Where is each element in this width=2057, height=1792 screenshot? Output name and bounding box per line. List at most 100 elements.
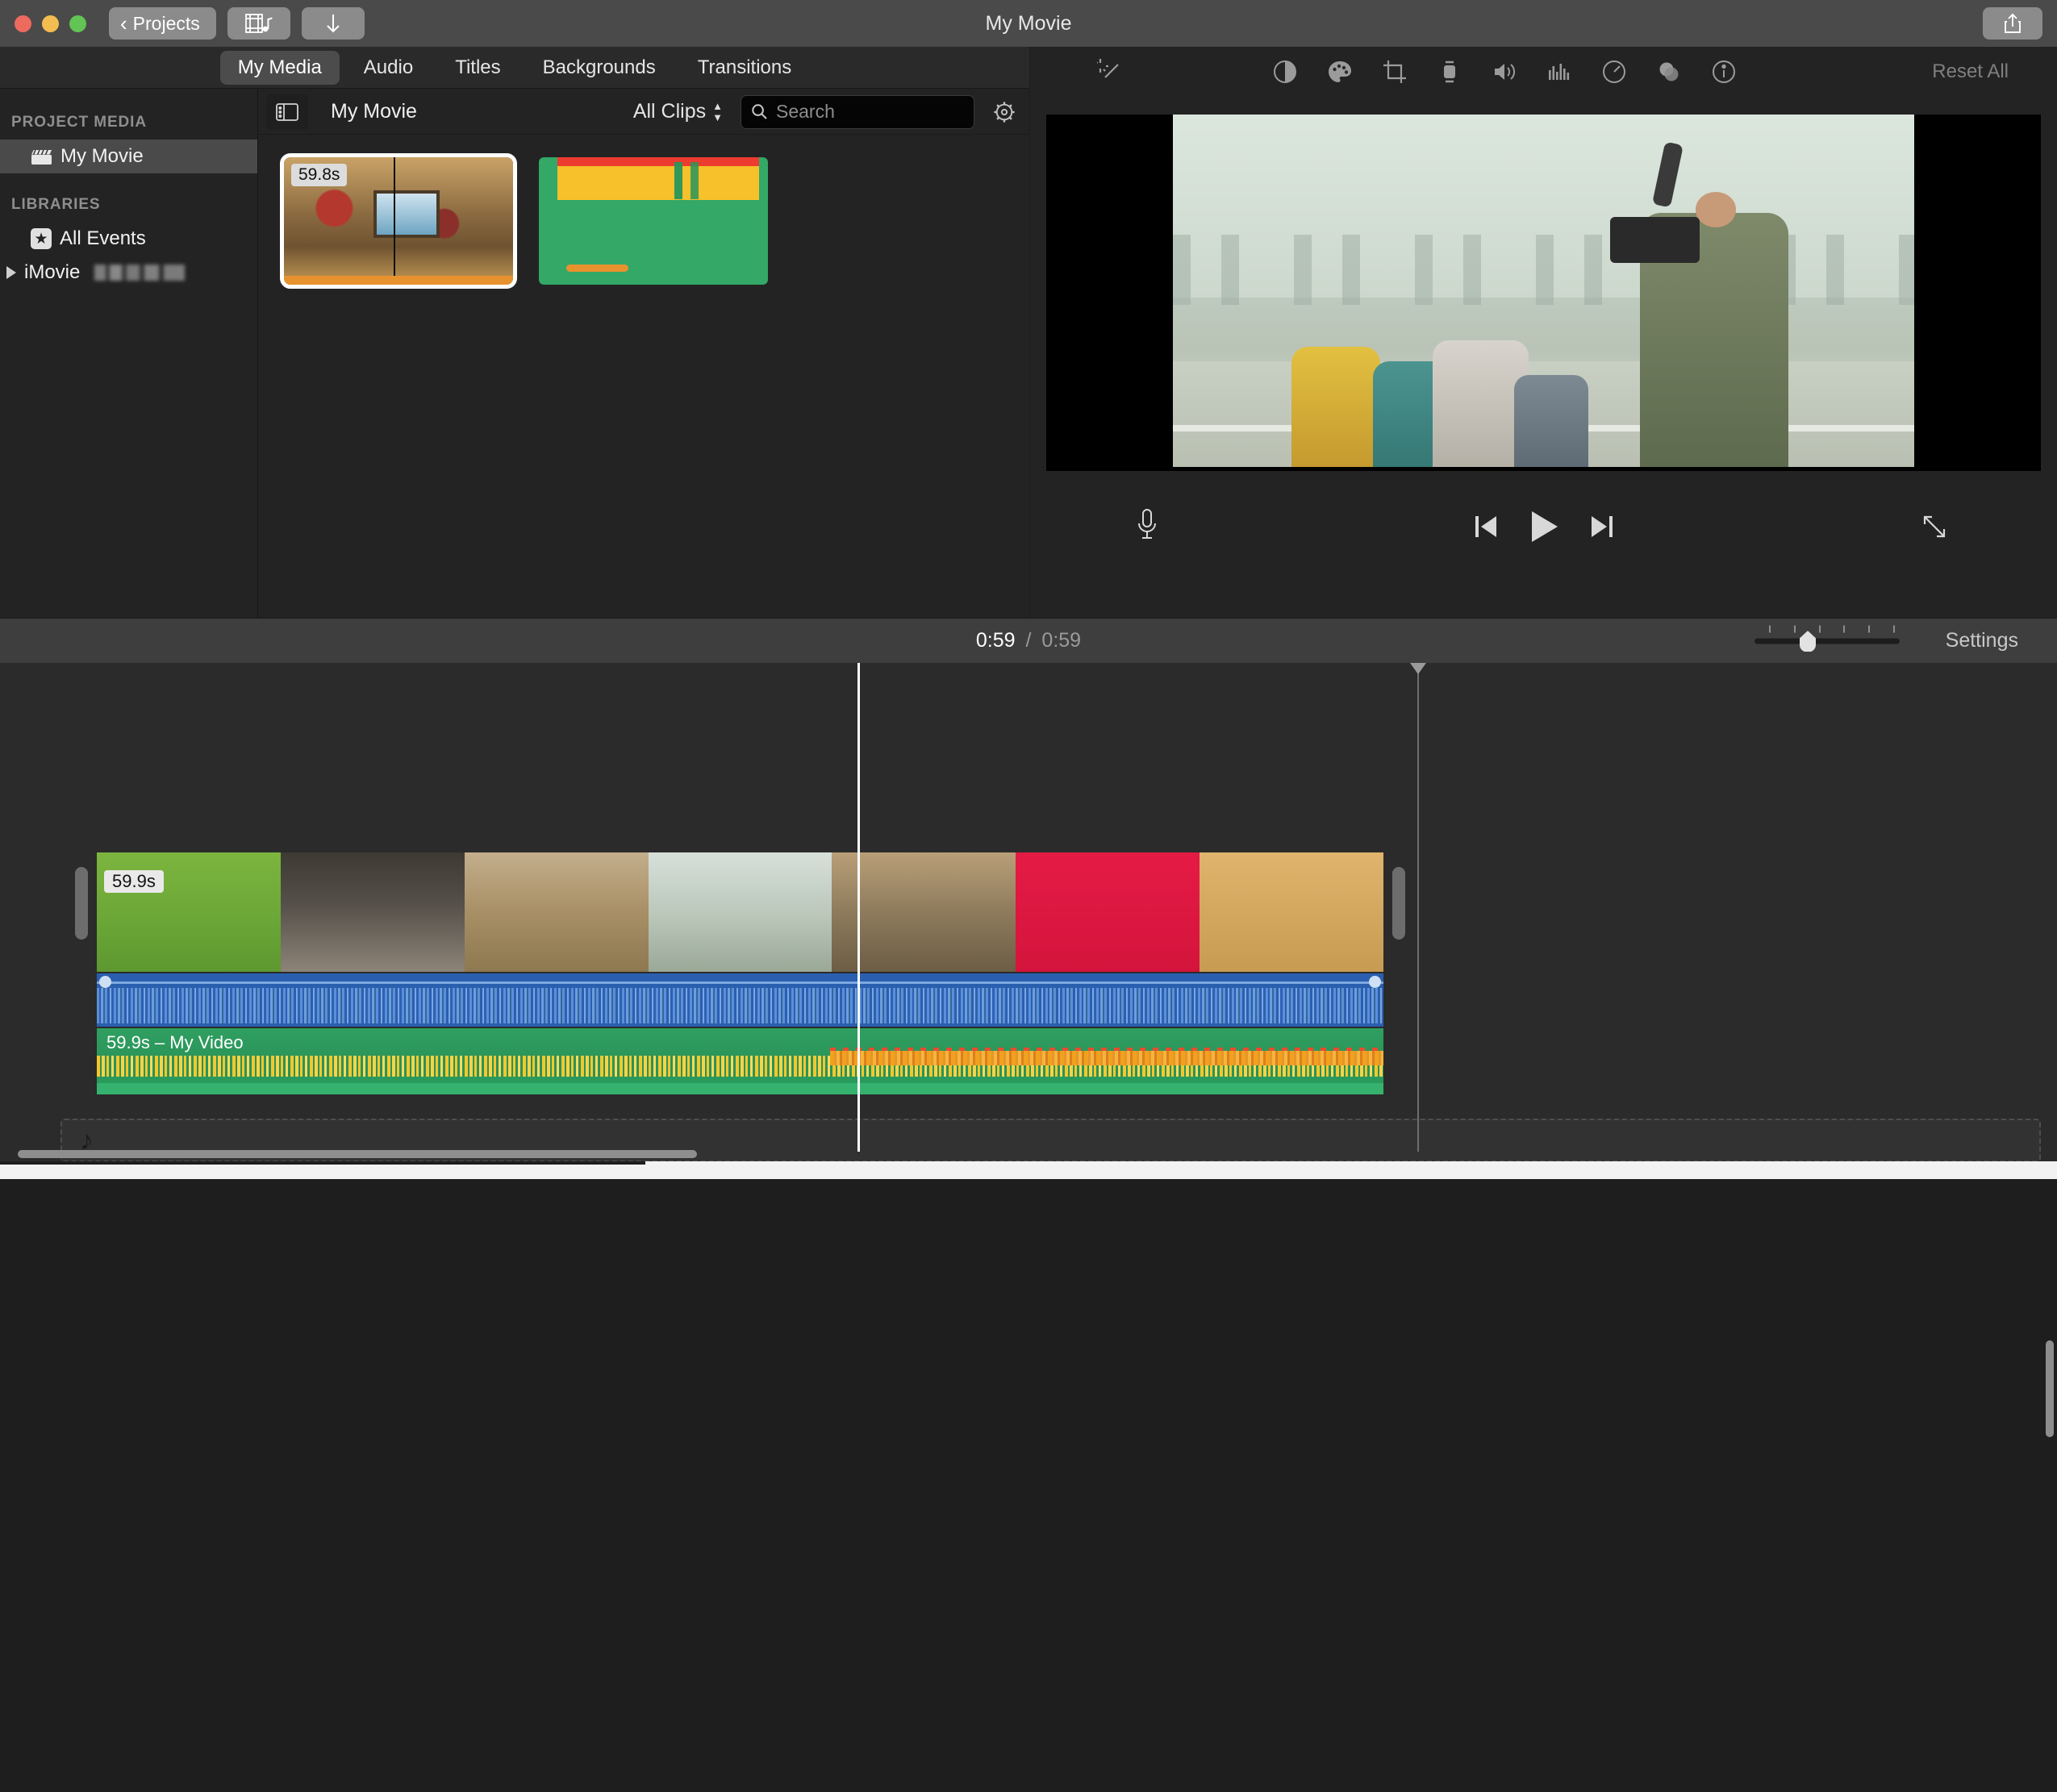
timeline[interactable]: 59.9s 59.9s – My Video ♪ <box>0 663 2057 1179</box>
disclosure-triangle-icon[interactable] <box>6 266 16 279</box>
color-balance-icon[interactable] <box>1272 59 1298 85</box>
sidebar-section-libraries: LIBRARIES <box>0 188 257 222</box>
redacted-library-path <box>94 265 185 281</box>
skip-to-end-button[interactable] <box>1590 514 1614 540</box>
clip-selection-bar <box>284 276 513 285</box>
vertical-scroll-thumb[interactable] <box>2046 1340 2054 1437</box>
audio-waveform-blue <box>97 988 1383 1023</box>
tab-transitions[interactable]: Transitions <box>680 51 809 85</box>
sidebar-toggle-icon <box>276 103 298 121</box>
clip-filter-dropdown[interactable]: All Clips ▲▼ <box>633 100 723 123</box>
gear-icon <box>992 100 1016 124</box>
clip-grid: 59.8s <box>258 135 1029 285</box>
upper-workspace: My Media Audio Titles Backgrounds Transi… <box>0 47 2057 618</box>
tab-audio[interactable]: Audio <box>346 51 431 85</box>
clip-trim-handle-left[interactable] <box>75 867 88 940</box>
filmstrip-frame <box>1016 852 1200 972</box>
filters-icon[interactable] <box>1656 59 1682 85</box>
search-field[interactable] <box>741 95 974 129</box>
clip-browser-toolbar: My Movie All Clips ▲▼ <box>258 90 1029 135</box>
info-icon[interactable] <box>1711 59 1737 85</box>
color-correction-icon[interactable] <box>1327 59 1353 85</box>
volume-icon[interactable] <box>1492 59 1517 85</box>
reset-all-button[interactable]: Reset All <box>1932 60 2009 83</box>
equalizer-icon[interactable] <box>1546 59 1572 85</box>
audio-waveform-loud <box>830 1051 1383 1065</box>
zoom-slider-knob[interactable] <box>1800 631 1816 652</box>
timeline-settings-button[interactable]: Settings <box>1946 629 2018 652</box>
timeline-video-clip[interactable]: 59.9s <box>97 852 1383 972</box>
video-preview-frame <box>1173 115 1914 467</box>
browser-sidebar: PROJECT MEDIA My Movie LIBRARIES ★ All <box>0 90 258 618</box>
browser-tab-bar: My Media Audio Titles Backgrounds Transi… <box>0 47 1029 89</box>
sidebar-toggle-button[interactable] <box>266 94 308 130</box>
horizontal-scroll-thumb[interactable] <box>18 1150 697 1158</box>
share-button[interactable] <box>1983 7 2042 40</box>
tab-backgrounds[interactable]: Backgrounds <box>525 51 674 85</box>
clip-skimmer-line <box>394 157 395 285</box>
clip-item-audio[interactable] <box>539 157 768 285</box>
sidebar-item-all-events[interactable]: ★ All Events <box>0 222 257 256</box>
timeline-audio-clip-label: 59.9s – My Video <box>106 1032 244 1053</box>
timeline-playhead[interactable] <box>857 663 860 1152</box>
sidebar-item-my-movie-label: My Movie <box>60 145 144 168</box>
browser-settings-button[interactable] <box>992 100 1016 124</box>
audio-fade-handle-left[interactable] <box>99 976 111 988</box>
play-button[interactable] <box>1529 510 1559 544</box>
viewer-canvas <box>1046 115 2041 471</box>
clip-audio-waveform <box>539 157 768 285</box>
clip-browser-title: My Movie <box>331 100 417 123</box>
timeline-audio-clip[interactable]: 59.9s – My Video <box>97 1028 1383 1094</box>
zoom-slider-track[interactable] <box>1754 638 1900 644</box>
timeline-vertical-scrollbar[interactable] <box>2046 1340 2054 1792</box>
preview-crowd-person-4 <box>1514 375 1588 467</box>
timeline-zoom-slider[interactable] <box>1754 638 1900 644</box>
clip-selection-bar-audio <box>566 265 628 272</box>
media-browser-panel: My Media Audio Titles Backgrounds Transi… <box>0 47 1029 618</box>
timeline-horizontal-scrollbar[interactable] <box>0 1150 2057 1161</box>
timecode-display: 0:59 / 0:59 <box>976 629 1081 652</box>
sidebar-item-imovie-library[interactable]: iMovie <box>0 256 257 290</box>
filmstrip-frame <box>465 852 649 972</box>
viewer-adjustment-icons <box>1272 59 1737 85</box>
chevron-updown-icon: ▲▼ <box>712 102 723 122</box>
stabilization-icon[interactable] <box>1437 59 1462 85</box>
timeline-clip-group[interactable]: 59.9s 59.9s – My Video <box>97 852 1383 1094</box>
filmstrip-frame <box>281 852 465 972</box>
viewer-panel: Reset All <box>1030 47 2057 618</box>
clip-trim-handle-right[interactable] <box>1392 867 1405 940</box>
fullscreen-button[interactable] <box>1921 513 1948 540</box>
share-icon <box>2004 12 2022 35</box>
timeline-detached-audio-track[interactable] <box>97 973 1383 1027</box>
timeline-clip-duration-badge: 59.9s <box>104 870 164 893</box>
sidebar-item-all-events-label: All Events <box>60 227 146 250</box>
window-title: My Movie <box>0 12 2057 35</box>
clapperboard-icon <box>31 148 52 165</box>
timecode-separator: / <box>1026 629 1032 652</box>
current-time: 0:59 <box>976 629 1016 652</box>
preview-camera-rig <box>1610 217 1699 263</box>
audio-fade-handle-right[interactable] <box>1369 976 1381 988</box>
clip-browser: My Movie All Clips ▲▼ <box>258 90 1029 618</box>
sidebar-section-project-media: PROJECT MEDIA <box>0 106 257 140</box>
window-bottom-edge <box>0 1161 2057 1179</box>
crop-icon[interactable] <box>1382 59 1408 85</box>
window-titlebar: ‹ Projects My Movie <box>0 0 2057 47</box>
skip-to-start-button[interactable] <box>1474 514 1498 540</box>
timeline-skimmer <box>1417 663 1419 1152</box>
viewer-playback-controls <box>1030 498 2057 571</box>
timeline-toolbar: 0:59 / 0:59 Settings <box>0 618 2057 663</box>
tab-my-media[interactable]: My Media <box>220 51 340 85</box>
clip-item-video[interactable]: 59.8s <box>284 157 513 285</box>
voiceover-button[interactable] <box>1135 508 1159 542</box>
speed-icon[interactable] <box>1601 59 1627 85</box>
audio-volume-line[interactable] <box>97 981 1383 984</box>
search-input[interactable] <box>776 101 964 123</box>
star-icon: ★ <box>31 228 52 249</box>
viewer-toolbar: Reset All <box>1030 47 2057 97</box>
clip-duration-badge: 59.8s <box>291 164 347 186</box>
magic-wand-icon[interactable] <box>1097 58 1124 85</box>
sidebar-item-my-movie[interactable]: My Movie <box>0 140 257 173</box>
search-icon <box>751 103 768 120</box>
tab-titles[interactable]: Titles <box>437 51 518 85</box>
